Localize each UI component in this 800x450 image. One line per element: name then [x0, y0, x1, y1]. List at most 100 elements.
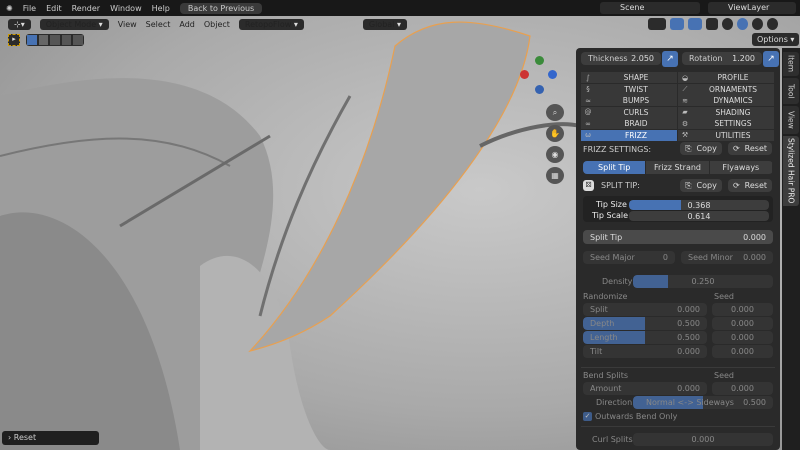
tab-settings[interactable]: ⚙ SETTINGS: [678, 118, 774, 129]
dice-icon[interactable]: ⚄: [583, 180, 594, 191]
tab-label: SETTINGS: [714, 119, 752, 128]
material-shading-icon[interactable]: [752, 18, 763, 30]
randomize-length-slider[interactable]: Length 0.500: [583, 331, 707, 344]
options-label: Options: [757, 35, 788, 44]
direction-value: 0.500: [743, 398, 766, 407]
randomize-tilt-slider[interactable]: Tilt 0.000: [583, 345, 707, 358]
tab-frizz-strand[interactable]: Frizz Strand: [646, 161, 710, 174]
density-slider[interactable]: 0.250: [633, 275, 773, 288]
randomize-depth-slider[interactable]: Depth 0.500: [583, 317, 707, 330]
zoom-icon[interactable]: ⌕: [546, 104, 564, 121]
amount-field[interactable]: Amount 0.000: [583, 382, 707, 395]
options-dropdown[interactable]: Options ▾: [752, 33, 800, 46]
tab-braid[interactable]: ∞ BRAID: [581, 118, 677, 129]
tip-size-slider[interactable]: 0.368: [629, 200, 769, 210]
sidebar-tab-tool[interactable]: Tool: [783, 78, 799, 104]
tab-label: BUMPS: [622, 96, 650, 105]
randomize-row-label: Split: [590, 305, 608, 314]
gizmo-toggle-icon[interactable]: [670, 18, 684, 30]
thickness-field[interactable]: 2.050: [631, 54, 654, 63]
select-new-icon[interactable]: [27, 35, 37, 45]
tip-scale-slider[interactable]: 0.614: [629, 211, 769, 221]
visibility-icon[interactable]: [648, 18, 666, 30]
tab-flyaways[interactable]: Flyaways: [709, 161, 773, 174]
solid-shading-icon[interactable]: [737, 18, 748, 30]
sidebar-tab-item[interactable]: Item: [783, 52, 799, 76]
split-tip-copy-button[interactable]: ⎘ Copy: [680, 179, 722, 192]
split-tip-field[interactable]: Split Tip 0.000: [583, 230, 773, 244]
split-tip-header: SPLIT TIP:: [601, 181, 640, 190]
menu-edit[interactable]: Edit: [46, 4, 62, 13]
tab-curls[interactable]: @ CURLS: [581, 106, 677, 118]
menu-render[interactable]: Render: [72, 4, 100, 13]
randomize-depth-seed[interactable]: 0.000: [712, 317, 773, 330]
tab-utilities[interactable]: ⚒ UTILITIES: [678, 129, 774, 141]
menu-help[interactable]: Help: [152, 4, 170, 13]
randomize-split-seed[interactable]: 0.000: [712, 303, 773, 316]
sidebar-tab-view[interactable]: View: [783, 106, 799, 134]
menu-view[interactable]: View: [118, 20, 137, 29]
wireframe-shading-icon[interactable]: [722, 18, 733, 30]
frizz-copy-button[interactable]: ⎘ Copy: [680, 142, 722, 155]
randomize-length-seed[interactable]: 0.000: [712, 331, 773, 344]
retopoflow-menu[interactable]: RetopoFlow ▾: [238, 18, 304, 30]
tab-ornaments[interactable]: ⟋ ORNAMENTS: [678, 83, 774, 95]
selection-mode-buttons[interactable]: [26, 34, 84, 46]
tab-profile[interactable]: ◒ PROFILE: [678, 72, 774, 83]
seed-major-field[interactable]: Seed Major 0: [583, 251, 675, 264]
overlay-toggle-icon[interactable]: [688, 18, 702, 30]
pan-hand-icon[interactable]: ✋: [546, 125, 564, 142]
last-operation-panel[interactable]: › Reset: [2, 431, 99, 445]
tab-shading[interactable]: ▰ SHADING: [678, 106, 774, 118]
tab-shape[interactable]: ∫ SHAPE: [581, 72, 677, 83]
mode-selector[interactable]: Object Mode ▾: [39, 18, 109, 30]
back-to-previous-button[interactable]: Back to Previous: [179, 2, 263, 14]
outwards-bend-checkbox[interactable]: ✓: [583, 412, 592, 421]
xray-icon[interactable]: [706, 18, 718, 30]
camera-icon[interactable]: ◉: [546, 146, 564, 163]
tab-split-tip[interactable]: Split Tip: [583, 161, 647, 174]
editor-type-button[interactable]: ⊹▾: [8, 18, 31, 30]
tab-bumps[interactable]: ≈ BUMPS: [581, 95, 677, 106]
thickness-curve-icon[interactable]: ↗: [662, 51, 678, 67]
menu-add[interactable]: Add: [179, 20, 195, 29]
split-tip-reset-button[interactable]: ⟳ Reset: [728, 179, 772, 192]
select-extend-icon[interactable]: [38, 35, 49, 45]
randomize-tilt-seed[interactable]: 0.000: [712, 345, 773, 358]
direction-slider[interactable]: Normal <-> Sideways 0.500: [633, 396, 773, 409]
grid-icon[interactable]: ▦: [546, 167, 564, 184]
select-invert-icon[interactable]: [61, 35, 72, 45]
select-tool-icon[interactable]: ▸: [8, 34, 20, 46]
seed-minor-field[interactable]: Seed Minor 0.000: [681, 251, 773, 264]
randomize-split-slider[interactable]: Split 0.000: [583, 303, 707, 316]
orientation-selector[interactable]: Global ▾: [362, 18, 407, 30]
orientation-label: Global: [368, 19, 395, 29]
tab-twist[interactable]: § TWIST: [581, 83, 677, 95]
menu-select[interactable]: Select: [146, 20, 171, 29]
seed-value: 0.000: [731, 347, 754, 356]
frizz-reset-button[interactable]: ⟳ Reset: [728, 142, 772, 155]
copy-icon: ⎘: [685, 180, 692, 190]
tab-dynamics[interactable]: ≋ DYNAMICS: [678, 95, 774, 106]
select-subtract-icon[interactable]: [50, 35, 60, 45]
menu-window[interactable]: Window: [110, 4, 142, 13]
view-layer-selector[interactable]: ViewLayer: [708, 2, 796, 14]
menu-object[interactable]: Object: [204, 20, 230, 29]
navigation-gizmo[interactable]: [520, 56, 560, 96]
menu-file[interactable]: File: [23, 4, 36, 13]
select-intersect-icon[interactable]: [73, 35, 83, 45]
curl-splits-label: Curl Splits: [592, 435, 633, 444]
divider: [581, 367, 775, 368]
rotation-curve-icon[interactable]: ↗: [763, 51, 779, 67]
tab-frizz[interactable]: ω FRIZZ: [581, 129, 677, 141]
ornaments-icon: ⟋: [682, 84, 688, 93]
shape-icon: ∫: [586, 73, 590, 82]
amount-seed-field[interactable]: 0.000: [712, 382, 773, 395]
rotation-field[interactable]: 1.200: [732, 54, 755, 63]
scene-selector[interactable]: Scene: [600, 2, 700, 14]
curl-splits-slider[interactable]: 0.000: [633, 433, 773, 446]
copy-label: Copy: [696, 181, 717, 190]
randomize-row-value: 0.500: [677, 319, 700, 328]
sidebar-tab-stylized-hair-pro[interactable]: Stylized Hair PRO: [783, 136, 799, 206]
rendered-shading-icon[interactable]: [767, 18, 778, 30]
